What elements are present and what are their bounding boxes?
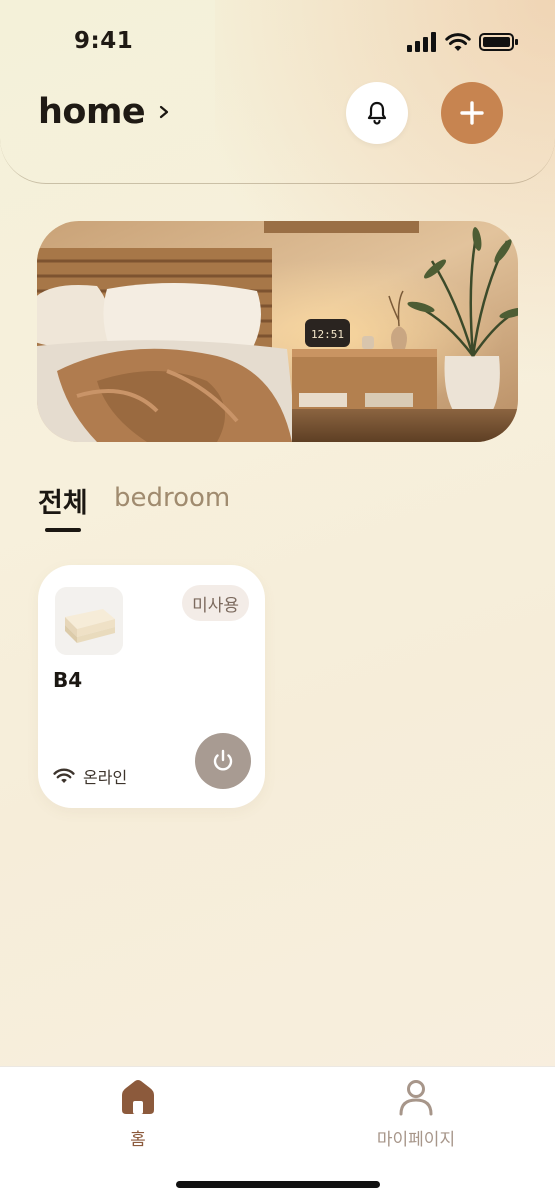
- nav-home[interactable]: 홈: [110, 1077, 166, 1167]
- connection-status-text: 온라인: [83, 768, 128, 787]
- home-indicator: [176, 1181, 380, 1188]
- room-banner-image: 12:51: [37, 221, 518, 442]
- status-badge: 미사용: [182, 585, 249, 621]
- battery-icon: [479, 33, 518, 51]
- bottom-navigation: 홈 마이페이지: [0, 1066, 555, 1200]
- nav-mypage[interactable]: 마이페이지: [366, 1077, 466, 1167]
- status-time: 9:41: [74, 28, 134, 54]
- device-card[interactable]: 미사용 B4 온라인: [38, 565, 265, 808]
- folded-blanket-image: [55, 587, 123, 655]
- home-selector[interactable]: home: [38, 92, 171, 132]
- tab-all[interactable]: 전체: [38, 481, 88, 520]
- active-tab-indicator: [45, 528, 81, 532]
- nav-home-label: 홈: [130, 1130, 146, 1150]
- bedroom-illustration: 12:51: [37, 221, 518, 442]
- chevron-right-icon: [160, 105, 169, 119]
- connection-status: 온라인: [53, 764, 127, 788]
- bell-icon: [367, 101, 387, 125]
- wifi-status-icon: [445, 33, 471, 51]
- add-device-button[interactable]: [441, 82, 503, 144]
- device-name: B4: [53, 668, 83, 692]
- nav-mypage-label: 마이페이지: [376, 1130, 456, 1150]
- tab-bedroom[interactable]: bedroom: [114, 483, 230, 513]
- notifications-button[interactable]: [346, 82, 408, 144]
- plus-icon: [460, 101, 484, 125]
- wifi-icon: [53, 768, 75, 783]
- device-thumbnail: [55, 587, 123, 655]
- status-bar: 9:41: [0, 0, 555, 80]
- person-icon: [399, 1080, 433, 1116]
- signal-icon: [407, 32, 436, 52]
- home-icon: [122, 1080, 154, 1114]
- power-button[interactable]: [195, 733, 251, 789]
- svg-text:12:51: 12:51: [311, 328, 344, 341]
- power-icon: [213, 749, 233, 771]
- home-title: home: [38, 92, 146, 132]
- status-icons: [407, 32, 519, 52]
